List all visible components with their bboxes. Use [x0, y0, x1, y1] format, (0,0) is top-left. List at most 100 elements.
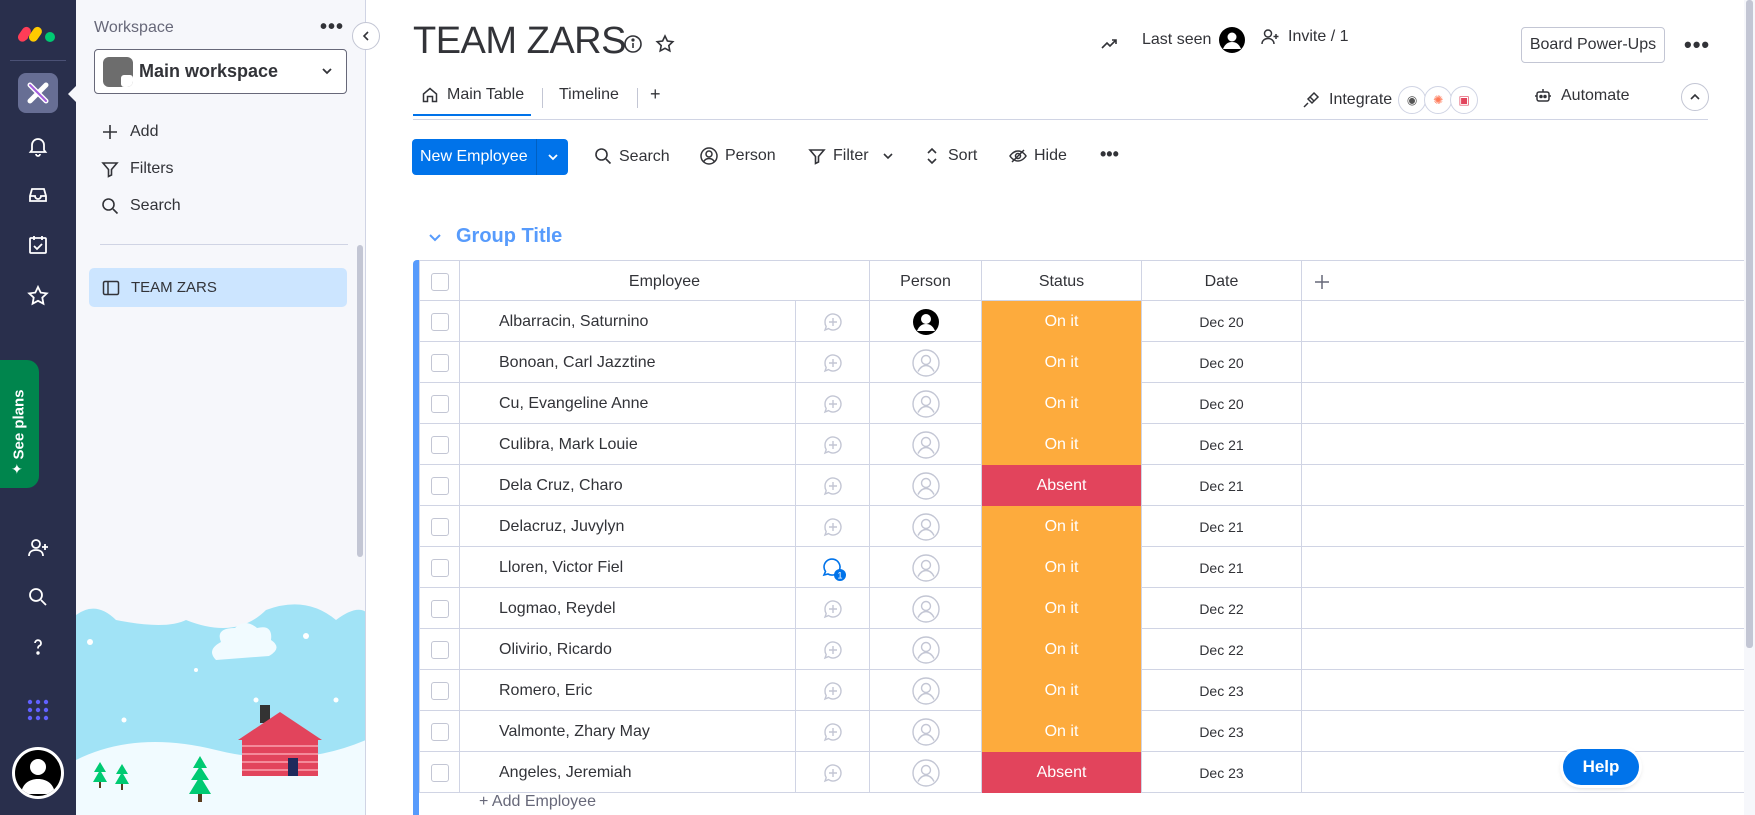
person-empty-avatar-icon[interactable] — [870, 670, 982, 711]
status-badge[interactable]: On it — [982, 424, 1142, 465]
page-scrollbar[interactable] — [1744, 0, 1755, 815]
tab-main-table[interactable]: Main Table — [413, 86, 531, 116]
info-icon[interactable] — [622, 33, 644, 55]
person-empty-avatar-icon[interactable] — [870, 506, 982, 547]
status-badge[interactable]: On it — [982, 342, 1142, 383]
status-badge[interactable]: On it — [982, 588, 1142, 629]
table-row[interactable]: Angeles, Jeremiah Absent Dec 23 — [419, 752, 1755, 793]
chevron-down-icon[interactable] — [426, 228, 444, 246]
row-checkbox[interactable] — [430, 763, 449, 782]
date-cell[interactable]: Dec 22 — [1142, 629, 1302, 670]
inbox-icon[interactable] — [18, 175, 58, 215]
toolbar-filter-button[interactable]: Filter — [807, 146, 895, 166]
table-row[interactable]: Logmao, Reydel On it Dec 22 — [419, 588, 1755, 629]
updates-add-icon[interactable] — [796, 670, 870, 711]
table-row[interactable]: Valmonte, Zhary May On it Dec 23 — [419, 711, 1755, 752]
column-header-date[interactable]: Date — [1142, 261, 1302, 302]
table-row[interactable]: Cu, Evangeline Anne On it Dec 20 — [419, 383, 1755, 424]
workmanagement-icon[interactable] — [18, 73, 58, 113]
date-cell[interactable]: Dec 20 — [1142, 383, 1302, 424]
column-header-status[interactable]: Status — [982, 261, 1142, 302]
status-badge[interactable]: Absent — [982, 752, 1142, 793]
person-empty-avatar-icon[interactable] — [870, 629, 982, 670]
row-select-cell[interactable] — [420, 547, 460, 588]
row-select-cell[interactable] — [420, 301, 460, 342]
row-select-cell[interactable] — [420, 752, 460, 793]
board-more-icon[interactable]: ••• — [1684, 32, 1710, 58]
invite-members-icon[interactable] — [18, 528, 58, 568]
table-row[interactable]: Delacruz, Juvylyn On it Dec 21 — [419, 506, 1755, 547]
employee-name[interactable]: Cu, Evangeline Anne — [460, 383, 796, 424]
updates-badge-icon[interactable]: 1 — [796, 547, 870, 588]
sidebar-scrollbar[interactable] — [357, 245, 363, 557]
chevron-down-icon[interactable] — [881, 149, 895, 163]
employee-name[interactable]: Valmonte, Zhary May — [460, 711, 796, 752]
status-badge[interactable]: On it — [982, 629, 1142, 670]
date-cell[interactable]: Dec 23 — [1142, 670, 1302, 711]
person-empty-avatar-icon[interactable] — [870, 465, 982, 506]
toolbar-more-icon[interactable]: ••• — [1100, 144, 1119, 165]
favorites-star-icon[interactable] — [18, 276, 58, 316]
row-checkbox[interactable] — [430, 435, 449, 454]
row-select-cell[interactable] — [420, 629, 460, 670]
row-checkbox[interactable] — [430, 517, 449, 536]
row-select-cell[interactable] — [420, 342, 460, 383]
date-cell[interactable]: Dec 23 — [1142, 711, 1302, 752]
employee-name[interactable]: Delacruz, Juvylyn — [460, 506, 796, 547]
row-checkbox[interactable] — [430, 599, 449, 618]
employee-name[interactable]: Lloren, Victor Fiel — [460, 547, 796, 588]
date-cell[interactable]: Dec 21 — [1142, 547, 1302, 588]
row-checkbox[interactable] — [430, 476, 449, 495]
row-checkbox[interactable] — [430, 558, 449, 577]
add-view-button[interactable]: + — [650, 84, 661, 105]
date-cell[interactable]: Dec 21 — [1142, 465, 1302, 506]
automate-button[interactable]: Automate — [1533, 86, 1629, 106]
filters-button[interactable]: Filters — [100, 159, 174, 179]
updates-add-icon[interactable] — [796, 752, 870, 793]
date-cell[interactable]: Dec 21 — [1142, 424, 1302, 465]
help-button[interactable]: Help — [1563, 749, 1639, 785]
status-badge[interactable]: On it — [982, 670, 1142, 711]
add-button[interactable]: Add — [100, 122, 158, 142]
bell-icon[interactable] — [18, 126, 58, 166]
row-select-cell[interactable] — [420, 588, 460, 629]
group-header[interactable]: Group Title — [426, 225, 562, 248]
row-select-cell[interactable] — [420, 383, 460, 424]
help-question-icon[interactable] — [18, 627, 58, 667]
employee-name[interactable]: Angeles, Jeremiah — [460, 752, 796, 793]
user-avatar[interactable] — [12, 747, 64, 799]
monday-logo[interactable] — [16, 16, 60, 46]
select-all-cell[interactable] — [420, 261, 460, 302]
row-select-cell[interactable] — [420, 465, 460, 506]
date-cell[interactable]: Dec 23 — [1142, 752, 1302, 793]
person-empty-avatar-icon[interactable] — [870, 383, 982, 424]
row-checkbox[interactable] — [430, 640, 449, 659]
table-row[interactable]: Lloren, Victor Fiel 1 On it Dec 21 — [419, 547, 1755, 588]
person-empty-avatar-icon[interactable] — [870, 588, 982, 629]
toolbar-hide-button[interactable]: Hide — [1008, 146, 1067, 166]
employee-name[interactable]: Dela Cruz, Charo — [460, 465, 796, 506]
row-select-cell[interactable] — [420, 424, 460, 465]
employee-name[interactable]: Olivirio, Ricardo — [460, 629, 796, 670]
status-badge[interactable]: On it — [982, 383, 1142, 424]
board-power-ups-button[interactable]: Board Power-Ups — [1521, 27, 1665, 63]
row-checkbox[interactable] — [430, 394, 449, 413]
status-badge[interactable]: On it — [982, 506, 1142, 547]
apps-grid-icon[interactable] — [18, 690, 58, 730]
status-badge[interactable]: On it — [982, 547, 1142, 588]
status-badge[interactable]: On it — [982, 711, 1142, 752]
updates-add-icon[interactable] — [796, 506, 870, 547]
integrate-button[interactable]: Integrate ◉ ✺ ▣ — [1301, 86, 1479, 114]
column-header-person[interactable]: Person — [870, 261, 982, 302]
date-cell[interactable]: Dec 20 — [1142, 342, 1302, 383]
updates-add-icon[interactable] — [796, 588, 870, 629]
activity-icon[interactable] — [1100, 34, 1120, 54]
see-plans-button[interactable]: See plans ✦ — [0, 360, 39, 488]
toolbar-person-button[interactable]: Person — [699, 146, 776, 166]
date-cell[interactable]: Dec 20 — [1142, 301, 1302, 342]
tab-timeline[interactable]: Timeline — [559, 86, 619, 104]
collapse-header-button[interactable] — [1681, 83, 1709, 111]
date-cell[interactable]: Dec 22 — [1142, 588, 1302, 629]
star-icon[interactable] — [654, 33, 676, 55]
updates-add-icon[interactable] — [796, 424, 870, 465]
